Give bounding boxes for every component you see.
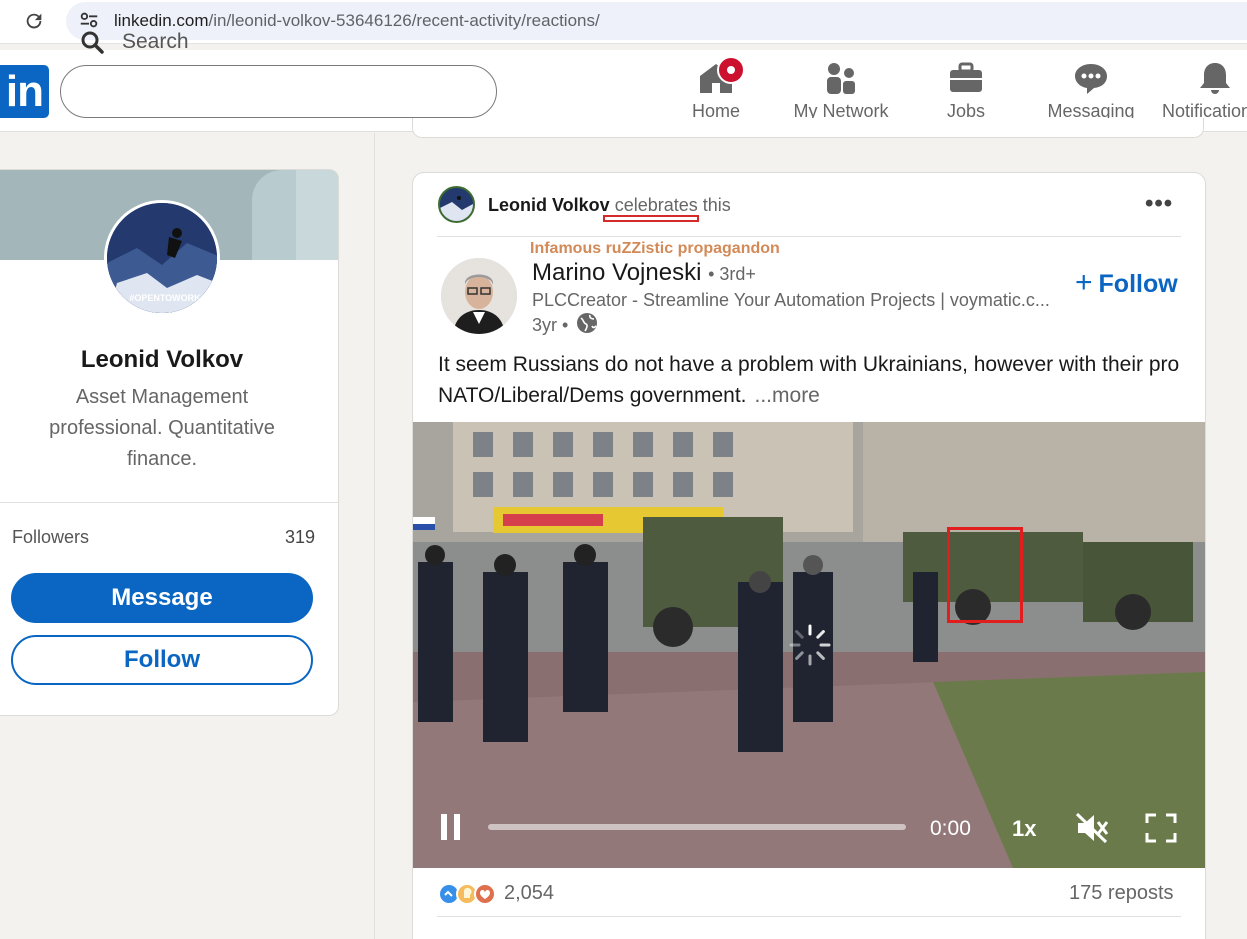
followers-label: Followers bbox=[12, 527, 90, 547]
mute-icon[interactable] bbox=[1075, 812, 1109, 844]
follow-author-label: Follow bbox=[1098, 270, 1178, 298]
divider bbox=[0, 502, 338, 503]
see-more-link[interactable]: ...more bbox=[755, 384, 820, 407]
chat-icon bbox=[1075, 64, 1107, 94]
divider bbox=[437, 236, 1181, 237]
url-text[interactable]: linkedin.com/in/leonid-volkov-53646126/r… bbox=[114, 11, 600, 31]
author-avatar[interactable] bbox=[441, 258, 517, 334]
loading-spinner-icon bbox=[787, 622, 833, 668]
search-icon bbox=[80, 30, 104, 54]
pause-icon[interactable] bbox=[438, 812, 464, 842]
profile-headline: Asset Management professional. Quantitat… bbox=[49, 386, 275, 470]
bell-icon bbox=[1200, 63, 1230, 94]
search-box[interactable] bbox=[60, 65, 497, 118]
url-host: linkedin.com bbox=[114, 11, 209, 30]
post-text: It seem Russians do not have a problem w… bbox=[438, 349, 1188, 411]
actor-avatar[interactable] bbox=[438, 186, 475, 223]
playback-speed-button[interactable]: 1x bbox=[1012, 816, 1036, 842]
briefcase-icon bbox=[950, 62, 982, 92]
reposts-count[interactable]: 175 reposts bbox=[1069, 882, 1174, 905]
profile-name[interactable]: Leonid Volkov bbox=[0, 346, 324, 374]
column-divider bbox=[374, 133, 375, 939]
profile-card: #OPENTOWORK Leonid Volkov Asset Manageme… bbox=[0, 169, 339, 716]
author-degree: • 3rd+ bbox=[708, 264, 756, 284]
actor-name[interactable]: Leonid Volkov bbox=[488, 195, 610, 215]
author-name[interactable]: Marino Vojneski • 3rd+ bbox=[532, 259, 756, 287]
author-name-text: Marino Vojneski bbox=[532, 259, 702, 286]
search-input[interactable] bbox=[122, 29, 462, 55]
follow-author-button[interactable]: + Follow bbox=[1075, 266, 1178, 300]
followers-count: 319 bbox=[285, 527, 316, 547]
reactions-count[interactable]: 2,054 bbox=[504, 882, 554, 905]
reload-icon[interactable] bbox=[22, 10, 46, 34]
follow-profile-button[interactable]: Follow bbox=[11, 635, 313, 685]
previous-post-card bbox=[412, 118, 1204, 138]
more-options-icon[interactable]: ••• bbox=[1145, 190, 1173, 218]
url-path: /in/leonid-volkov-53646126/recent-activi… bbox=[208, 11, 600, 30]
network-icon bbox=[827, 63, 855, 94]
annotation-label: Infamous ruZZistic propagandon bbox=[530, 240, 780, 257]
globe-icon bbox=[576, 312, 598, 334]
author-headline: PLCCreator - Streamline Your Automation … bbox=[532, 290, 1050, 310]
annotation-underline bbox=[603, 215, 699, 222]
site-info-icon[interactable] bbox=[78, 9, 100, 31]
linkedin-logo[interactable]: in bbox=[0, 65, 49, 118]
actor-action: celebrates bbox=[614, 195, 698, 215]
plus-icon: + bbox=[1075, 266, 1093, 299]
fullscreen-icon[interactable] bbox=[1145, 813, 1177, 843]
actor-suffix: this bbox=[702, 195, 731, 215]
notification-badge bbox=[717, 56, 745, 84]
profile-avatar[interactable]: #OPENTOWORK bbox=[104, 200, 220, 316]
reaction-icons[interactable] bbox=[438, 882, 500, 906]
actor-line: Leonid Volkov celebrates this bbox=[488, 195, 731, 216]
video-progress-bar[interactable] bbox=[488, 824, 906, 830]
opentowork-badge-text: #OPENTOWORK bbox=[129, 293, 201, 303]
annotation-highlight-box bbox=[947, 527, 1023, 623]
video-time: 0:00 bbox=[930, 817, 971, 840]
divider bbox=[437, 916, 1181, 917]
message-button[interactable]: Message bbox=[11, 573, 313, 623]
post-time: 3yr • bbox=[532, 315, 569, 335]
